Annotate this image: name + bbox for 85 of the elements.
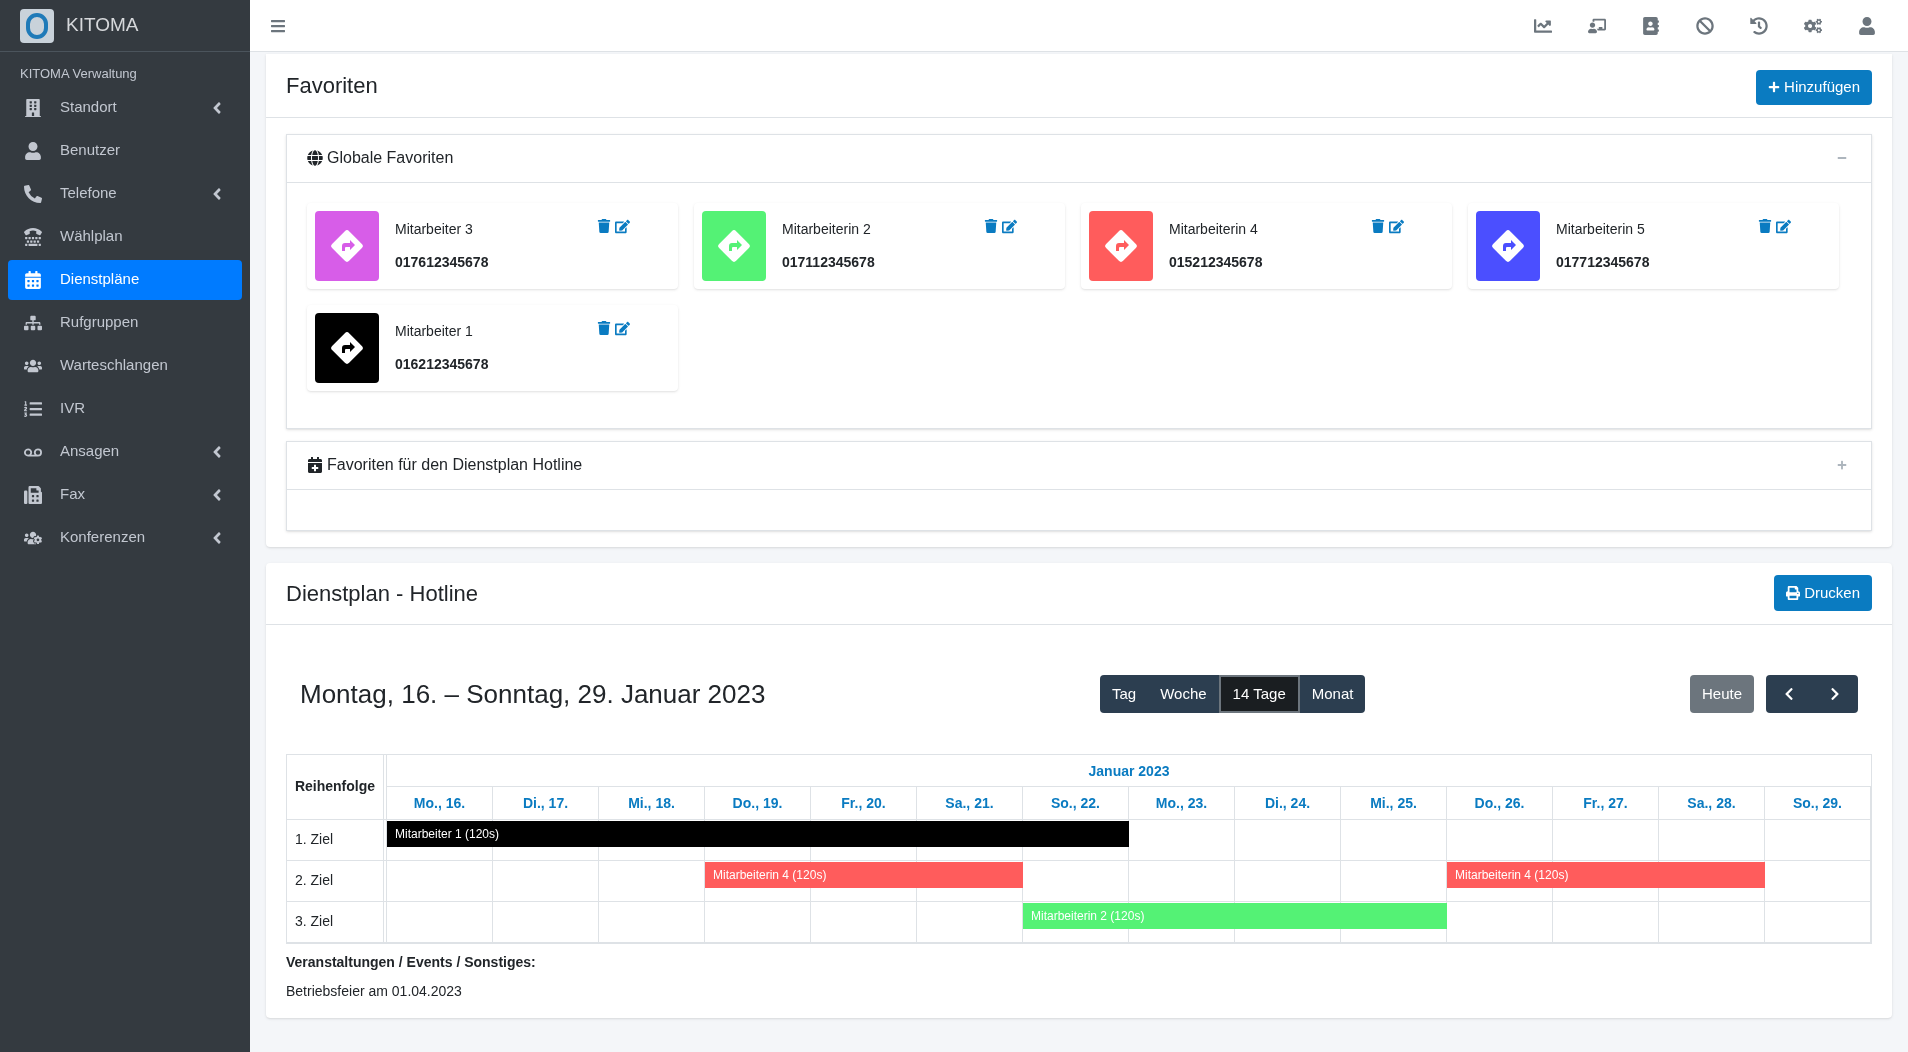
line-chart-icon[interactable] [1534,16,1552,35]
favorite-number: 017112345678 [782,252,876,272]
favorite-name: Mitarbeiterin 5 [1556,219,1646,239]
favorites-title: Favoriten [286,71,378,100]
row-label: 2. Ziel [287,860,387,901]
edit-icon[interactable] [615,218,630,234]
favorite-card[interactable]: Mitarbeiterin 5 017712345678 [1468,202,1839,289]
day-header: Sa., 28. [1659,786,1765,819]
calendar-icon [307,457,323,473]
sidebar-item[interactable]: Warteschlangen [8,345,242,386]
trash-icon[interactable] [984,218,998,233]
sidebar-item[interactable]: Ansagen [8,431,242,472]
favorite-card[interactable]: Mitarbeiterin 4 015212345678 [1081,202,1452,289]
sidebar-item[interactable]: Benutzer [8,130,242,171]
trash-icon[interactable] [1371,218,1385,233]
panel-title: Globale Favoriten [327,148,454,168]
sidebar-item[interactable]: IVR [8,388,242,429]
edit-icon[interactable] [1389,218,1404,234]
favorite-card[interactable]: Mitarbeiter 3 017612345678 [307,202,678,289]
day-header: Mi., 25. [1341,786,1447,819]
day-header: Mo., 16. [387,786,493,819]
favorite-card[interactable]: Mitarbeiter 1 016212345678 [307,304,678,391]
day-header: Do., 26. [1447,786,1553,819]
settings-icon[interactable] [1804,16,1822,35]
notes-text: Betriebsfeier am 01.04.2023 [286,981,463,1001]
date-range: Montag, 16. – Sonntag, 29. Januar 2023 [300,677,767,711]
day-header: Di., 24. [1235,786,1341,819]
day-header: Mi., 18. [599,786,705,819]
menu-button[interactable] [270,17,286,34]
ban-icon[interactable] [1696,16,1714,35]
sidebar-item[interactable]: Dienstpläne [8,259,242,300]
favorite-number: 016212345678 [395,354,490,374]
sidebar-item[interactable]: Telefone [8,173,242,214]
plus-icon [1768,81,1781,94]
address-book-icon[interactable] [1642,16,1660,35]
day-header: Do., 19. [705,786,811,819]
favorite-name: Mitarbeiterin 4 [1169,219,1259,239]
day-header: Mo., 23. [1129,786,1235,819]
sidebar-item[interactable]: Standort [8,87,242,128]
view-tab[interactable]: Monat [1299,675,1366,713]
edit-icon[interactable] [1002,218,1017,234]
panel-title: Favoriten für den Dienstplan Hotline [327,455,583,475]
favorite-name: Mitarbeiterin 2 [782,219,872,239]
user-icon[interactable] [1858,16,1876,35]
brand-name: KITOMA [66,13,139,38]
schedule-title: Dienstplan - Hotline [286,579,478,608]
trash-icon[interactable] [597,320,611,335]
notes-title: Veranstaltungen / Events / Sonstiges: [286,952,537,972]
sidebar-item[interactable]: Fax [8,474,242,515]
favorite-number: 017612345678 [395,252,490,272]
day-header: Fr., 20. [811,786,917,819]
day-header: Di., 17. [493,786,599,819]
day-header: So., 29. [1765,786,1871,819]
globe-icon [307,150,323,166]
day-header: Sa., 21. [917,786,1023,819]
view-tab[interactable]: 14 Tage [1218,675,1300,713]
printer-icon [1786,586,1801,600]
month-header: Januar 2023 [387,754,1871,787]
sidebar-section-title: KITOMA Verwaltung [19,65,138,83]
trash-icon[interactable] [597,218,611,233]
history-icon[interactable] [1750,16,1768,35]
logo-icon [20,8,54,43]
favorite-number: 017712345678 [1556,252,1651,272]
trash-icon[interactable] [1758,218,1772,233]
today-button[interactable]: Heute [1689,675,1754,713]
sidebar-item[interactable]: Konferenzen [8,517,242,558]
favorite-name: Mitarbeiter 1 [395,321,474,341]
column-header: Reihenfolge [287,754,387,819]
print-button[interactable]: Drucken [1774,574,1872,612]
sidebar-item[interactable]: Wählplan [8,216,242,257]
day-header: So., 22. [1023,786,1129,819]
edit-icon[interactable] [615,320,630,336]
plus-icon [1837,460,1847,470]
add-button[interactable]: Hinzufügen [1756,70,1872,105]
presentation-icon[interactable] [1588,16,1606,35]
schedule-event[interactable]: Mitarbeiter 1 (120s) [387,820,1129,847]
edit-icon[interactable] [1776,218,1791,234]
favorite-card[interactable]: Mitarbeiterin 2 017112345678 [694,202,1065,289]
favorite-number: 015212345678 [1169,252,1264,272]
row-label: 3. Ziel [287,901,387,942]
view-tab[interactable]: Tag [1100,675,1149,713]
favorite-name: Mitarbeiter 3 [395,219,474,239]
view-tab[interactable]: Woche [1148,675,1219,713]
sidebar-item[interactable]: Rufgruppen [8,302,242,343]
day-header: Fr., 27. [1553,786,1659,819]
